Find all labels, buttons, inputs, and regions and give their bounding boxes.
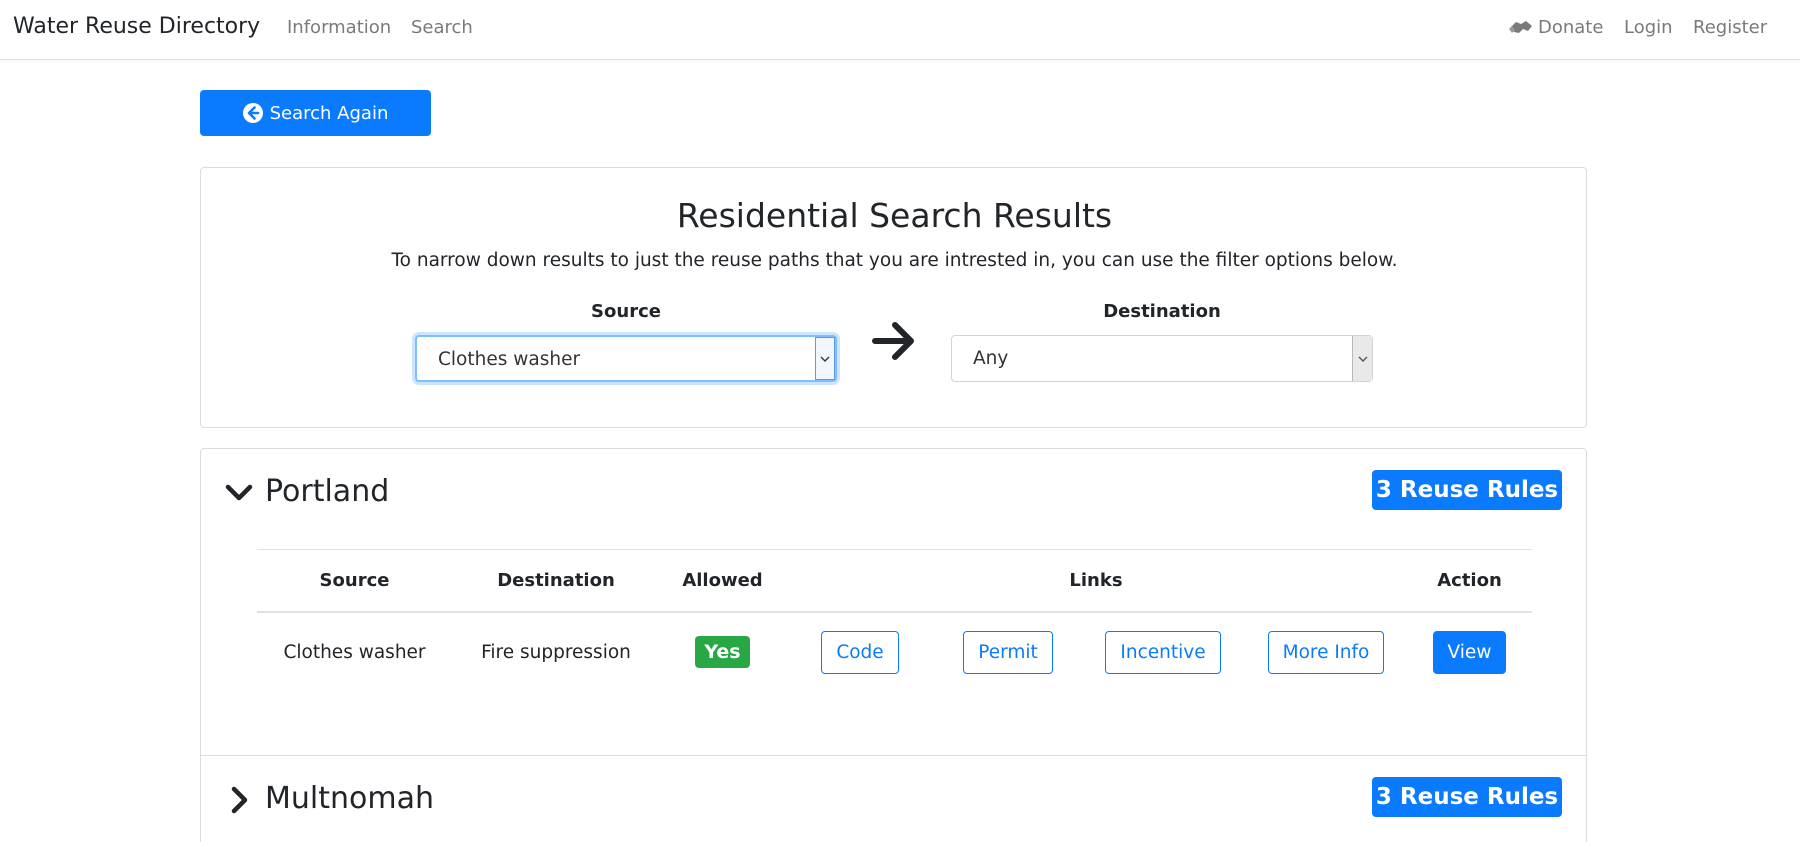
city-card-portland: Portland 3 Reuse Rules Source Destinatio… <box>200 448 1587 756</box>
allowed-badge: Yes <box>695 636 750 668</box>
destination-select-value: Any <box>973 348 1009 369</box>
chevron-down-icon[interactable] <box>225 479 253 507</box>
reuse-rules-badge: 3 Reuse Rules <box>1372 777 1562 817</box>
table-header-row: Source Destination Allowed Links Action <box>257 549 1532 613</box>
column-header-action: Action <box>1407 549 1532 613</box>
view-button[interactable]: View <box>1432 630 1507 674</box>
table-row: Clothes washer Fire suppression Yes Code… <box>257 612 1532 692</box>
search-again-button[interactable]: Search Again <box>200 90 431 136</box>
filter-card: Residential Search Results To narrow dow… <box>200 167 1587 428</box>
city-name[interactable]: Multnomah <box>265 781 434 816</box>
chevron-down-icon <box>1352 336 1372 381</box>
cell-allowed: Yes <box>660 612 785 692</box>
cell-permit: Permit <box>935 612 1081 692</box>
handshake-icon <box>1509 20 1532 33</box>
arrow-circle-left-icon <box>242 103 263 123</box>
cell-destination: Fire suppression <box>481 641 631 663</box>
page-title: Residential Search Results <box>676 196 1113 235</box>
chevron-right-icon[interactable] <box>225 786 253 814</box>
navbar: Water Reuse Directory Information Search… <box>0 0 1800 60</box>
nav-link-search[interactable]: Search <box>411 17 473 38</box>
permit-link-button[interactable]: Permit <box>963 630 1053 674</box>
destination-label: Destination <box>1103 301 1221 322</box>
arrow-right-icon <box>872 322 914 360</box>
source-select[interactable]: Clothes washer <box>415 335 837 382</box>
column-header-source: Source <box>257 549 452 613</box>
donate-label: Donate <box>1538 17 1604 38</box>
cell-more-info: More Info <box>1245 612 1407 692</box>
cell-source: Clothes washer <box>283 641 426 663</box>
city-card-multnomah: Multnomah 3 Reuse Rules <box>200 755 1587 842</box>
nav-link-login[interactable]: Login <box>1624 17 1673 38</box>
rules-table: Source Destination Allowed Links Action … <box>257 549 1532 692</box>
more-info-link-button[interactable]: More Info <box>1267 630 1385 674</box>
cell-action: View <box>1407 612 1532 692</box>
brand-link[interactable]: Water Reuse Directory <box>13 14 260 39</box>
nav-link-donate[interactable]: Donate <box>1508 17 1603 38</box>
cell-code: Code <box>785 612 935 692</box>
filter-description: To narrow down results to just the reuse… <box>391 250 1398 271</box>
column-header-allowed: Allowed <box>660 549 785 613</box>
source-label: Source <box>591 301 661 322</box>
city-name[interactable]: Portland <box>265 474 389 509</box>
column-header-links: Links <box>785 549 1407 613</box>
code-link-button[interactable]: Code <box>821 630 899 674</box>
nav-link-register[interactable]: Register <box>1693 17 1767 38</box>
cell-incentive: Incentive <box>1081 612 1245 692</box>
incentive-link-button[interactable]: Incentive <box>1105 630 1221 674</box>
destination-select[interactable]: Any <box>951 335 1373 382</box>
nav-link-information[interactable]: Information <box>287 17 391 38</box>
source-select-value: Clothes washer <box>438 349 581 370</box>
search-again-label: Search Again <box>269 102 389 124</box>
column-header-destination: Destination <box>452 549 660 613</box>
chevron-down-icon <box>815 337 835 380</box>
reuse-rules-badge: 3 Reuse Rules <box>1372 470 1562 510</box>
